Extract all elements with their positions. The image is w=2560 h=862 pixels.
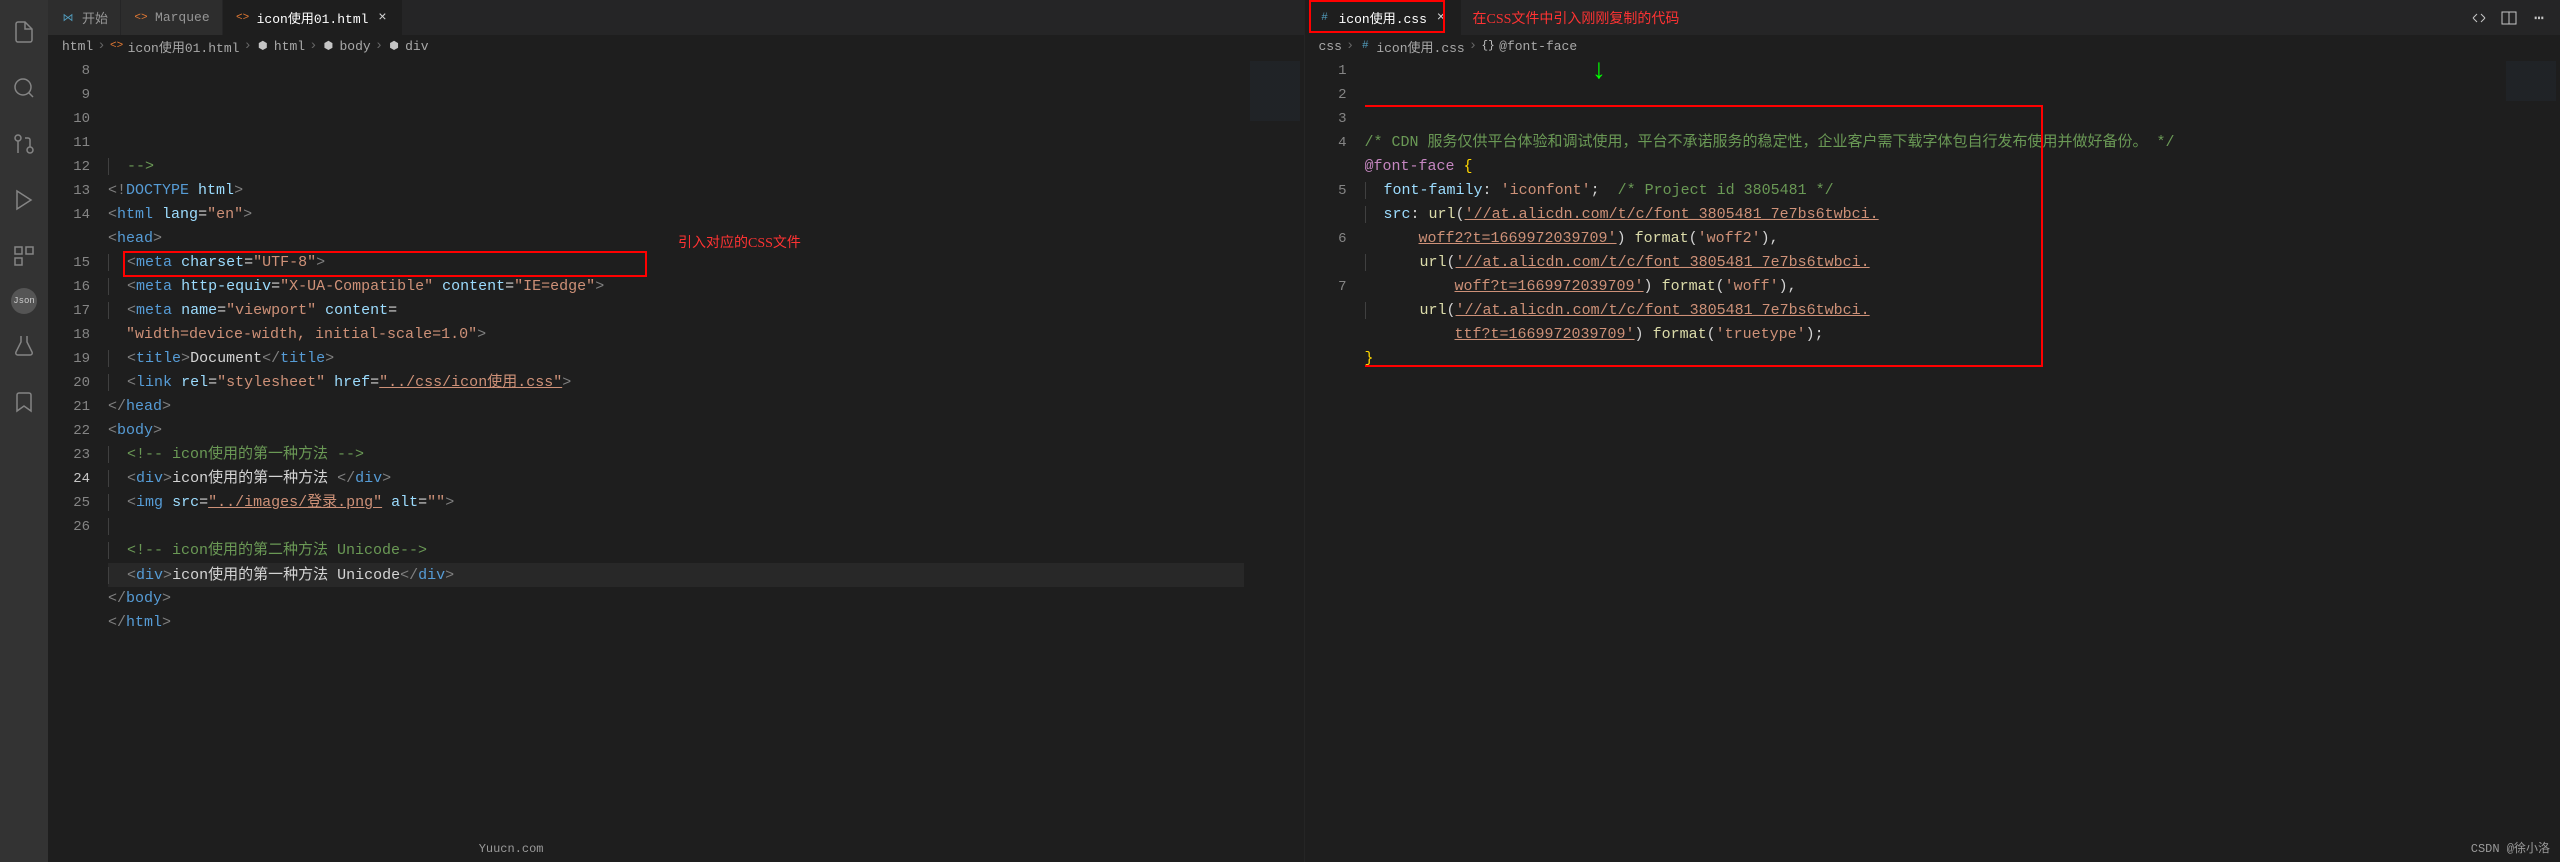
tab-icon使用01.html[interactable]: <> icon使用01.html × [223,0,404,35]
minimap[interactable] [2500,57,2560,862]
breadcrumb-item[interactable]: html [62,39,93,54]
breadcrumb-item[interactable]: ⬢html [256,39,305,54]
activity-bar: Json [0,0,48,862]
code-line[interactable]: /* CDN 服务仅供平台体验和调试使用，平台不承诺服务的稳定性，企业客户需下载… [1365,131,2501,155]
code-line[interactable]: </head> [108,395,1244,419]
line-gutter: 1234 5 6 7 [1305,57,1365,862]
code-line[interactable]: <div>icon使用的第一种方法 Unicode</div> [108,563,1244,587]
code-line[interactable]: <html lang="en"> [108,203,1244,227]
tab-label: icon使用01.html [257,8,369,27]
tab-开始[interactable]: ⋈ 开始 [48,0,121,35]
breadcrumbs[interactable]: html›<>icon使用01.html›⬢html›⬢body›⬢div [48,35,1304,57]
source-control-icon[interactable] [0,120,48,168]
close-icon[interactable]: × [374,10,390,26]
watermark-csdn: CSDN @徐小洛 [2471,839,2550,856]
code-line[interactable]: <body> [108,419,1244,443]
code-line[interactable] [108,515,1244,539]
compare-icon[interactable] [2468,7,2490,29]
code-line[interactable]: ttf?t=1669972039709') format('truetype')… [1365,323,2501,347]
json-badge-icon[interactable]: Json [11,288,37,314]
html-icon: <> [110,39,124,53]
css-icon: # [1317,10,1333,26]
code-line[interactable]: url('//at.alicdn.com/t/c/font_3805481_7e… [1365,299,2501,323]
test-icon[interactable] [0,322,48,370]
vs-icon: ⋈ [60,10,76,26]
code-area[interactable]: --><!DOCTYPE html><html lang="en"><head>… [108,57,1244,862]
tag-icon: ⬢ [256,39,270,53]
code-line[interactable]: <meta http-equiv="X-UA-Compatible" conte… [108,275,1244,299]
tag-icon: ⬢ [387,39,401,53]
bookmark-icon[interactable] [0,378,48,426]
css-icon: # [1358,39,1372,53]
minimap[interactable] [1244,57,1304,862]
code-line[interactable]: <!-- icon使用的第一种方法 --> [108,443,1244,467]
watermark-yuucn: Yuucn.com [479,842,544,856]
code-line[interactable]: </html> [108,611,1244,635]
chevron-right-icon: › [375,38,383,54]
breadcrumbs[interactable]: css›#icon使用.css›{}@font-face [1305,35,2560,57]
code-line[interactable]: font-family: 'iconfont'; /* Project id 3… [1365,179,2501,203]
split-icon[interactable] [2498,7,2520,29]
chevron-right-icon: › [309,38,317,54]
tabs-bar: ⋈ 开始 <> Marquee <> icon使用01.html × [48,0,1304,35]
breadcrumb-item[interactable]: <>icon使用01.html [110,37,240,56]
right-editor-group: #icon使用.css×⋯ css›#icon使用.css›{}@font-fa… [1305,0,2560,862]
code-line[interactable]: <!-- icon使用的第二种方法 Unicode--> [108,539,1244,563]
code-area[interactable]: /* CDN 服务仅供平台体验和调试使用，平台不承诺服务的稳定性，企业客户需下载… [1365,57,2501,862]
code-line[interactable]: <title>Document</title> [108,347,1244,371]
tab-label: icon使用.css [1339,8,1427,27]
code-line[interactable]: <!DOCTYPE html> [108,179,1244,203]
breadcrumb-item[interactable]: ⬢div [387,39,428,54]
code-line[interactable]: @font-face { [1365,155,2501,179]
breadcrumb-item[interactable]: css [1319,39,1342,54]
tabs-bar: # icon使用.css × ⋯ [1305,0,2560,35]
tab-label: Marquee [155,10,210,25]
tab-label: 开始 [82,8,108,27]
code-line[interactable]: src: url('//at.alicdn.com/t/c/font_38054… [1365,203,2501,227]
editor-body: 1234 5 6 7 /* CDN 服务仅供平台体验和调试使用，平台不承诺服务的… [1305,57,2560,862]
breadcrumb-item[interactable]: #icon使用.css [1358,37,1464,56]
more-icon[interactable]: ⋯ [2528,7,2550,29]
tag-icon: ⬢ [321,39,335,53]
chevron-right-icon: › [1469,38,1477,54]
code-line[interactable]: "width=device-width, initial-scale=1.0"> [108,323,1244,347]
html-icon: <> [235,10,251,26]
code-line[interactable]: woff?t=1669972039709') format('woff'), [1365,275,2501,299]
files-icon[interactable] [0,8,48,56]
editor-body: 891011121314 151617181920212223242526 --… [48,57,1304,862]
debug-icon[interactable] [0,176,48,224]
left-editor-group: ⋈开始<>Marquee<>icon使用01.html× html›<>icon… [48,0,1305,862]
code-line[interactable]: <link rel="stylesheet" href="../css/icon… [108,371,1244,395]
line-gutter: 891011121314 151617181920212223242526 [48,57,108,862]
extensions-icon[interactable] [0,232,48,280]
code-line[interactable]: url('//at.alicdn.com/t/c/font_3805481_7e… [1365,251,2501,275]
close-icon[interactable]: × [1433,10,1449,26]
chevron-right-icon: › [97,38,105,54]
code-line[interactable]: </body> [108,587,1244,611]
code-line[interactable]: <head> [108,227,1244,251]
code-line[interactable]: <img src="../images/登录.png" alt=""> [108,491,1244,515]
code-line[interactable]: <meta name="viewport" content= [108,299,1244,323]
tab-icon使用.css[interactable]: # icon使用.css × [1305,0,1462,35]
code-line[interactable]: <meta charset="UTF-8"> [108,251,1244,275]
code-line[interactable]: woff2?t=1669972039709') format('woff2'), [1365,227,2501,251]
code-line[interactable]: <div>icon使用的第一种方法 </div> [108,467,1244,491]
breadcrumb-item[interactable]: ⬢body [321,39,370,54]
chevron-right-icon: › [1346,38,1354,54]
code-line[interactable]: } [1365,347,2501,371]
code-line[interactable]: --> [108,155,1244,179]
breadcrumb-item[interactable]: {}@font-face [1481,39,1577,54]
brace-icon: {} [1481,39,1495,53]
chevron-right-icon: › [243,38,251,54]
search-icon[interactable] [0,64,48,112]
tab-Marquee[interactable]: <> Marquee [121,0,223,35]
html-icon: <> [133,10,149,26]
